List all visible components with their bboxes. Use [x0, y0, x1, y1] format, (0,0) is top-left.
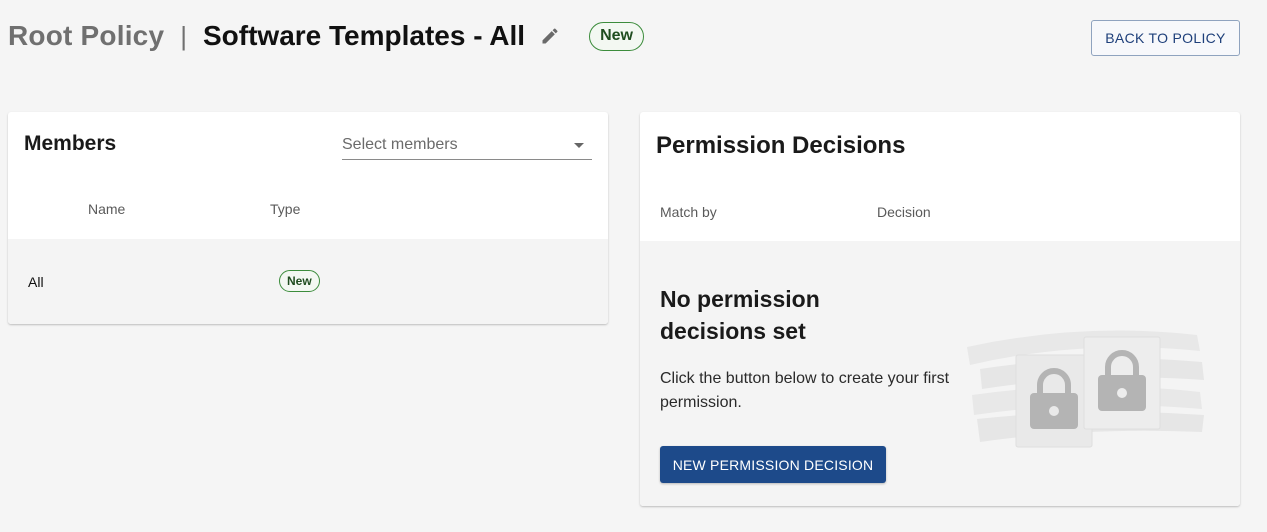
- lock-icon: [967, 330, 1204, 448]
- page-title: Software Templates - All: [202, 20, 526, 51]
- select-members-dropdown[interactable]: Select members: [342, 130, 592, 160]
- page: Root Policy | Software Templates - All N…: [0, 0, 1267, 532]
- table-row[interactable]: All New: [8, 239, 608, 324]
- select-members-placeholder: Select members: [342, 136, 458, 153]
- member-name: All: [28, 274, 44, 290]
- page-header: Root Policy | Software Templates - All N…: [8, 16, 644, 56]
- chevron-down-icon: [574, 143, 584, 148]
- empty-state: No permission decisions set Click the bu…: [640, 241, 1240, 506]
- new-permission-decision-button[interactable]: NEW PERMISSION DECISION: [660, 446, 886, 483]
- empty-state-description: Click the button below to create your fi…: [660, 370, 950, 411]
- member-type-badge: New: [279, 270, 320, 292]
- breadcrumb-separator: |: [180, 20, 187, 51]
- pencil-icon[interactable]: [539, 25, 561, 47]
- members-card: Members Select members Name Type All New: [8, 112, 608, 324]
- column-header-match-by[interactable]: Match by: [660, 204, 717, 220]
- breadcrumb-root-policy[interactable]: Root Policy: [8, 20, 164, 52]
- column-header-name[interactable]: Name: [88, 201, 125, 217]
- members-title: Members: [24, 132, 117, 155]
- column-header-decision[interactable]: Decision: [877, 204, 931, 220]
- status-badge: New: [589, 21, 644, 51]
- empty-state-title: No permission decisions set: [660, 286, 820, 344]
- column-header-type[interactable]: Type: [270, 201, 300, 217]
- permission-decisions-title: Permission Decisions: [656, 132, 906, 159]
- permission-decisions-card: Permission Decisions Match by Decision N…: [640, 112, 1240, 506]
- back-to-policy-button[interactable]: BACK TO POLICY: [1091, 20, 1240, 56]
